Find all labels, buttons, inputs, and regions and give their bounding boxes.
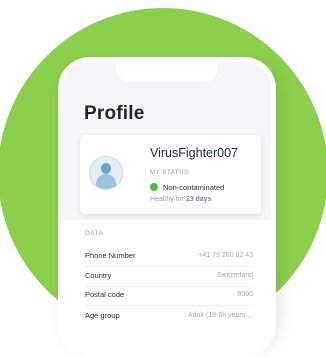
row-divider (85, 305, 253, 306)
profile-card[interactable]: VirusFighter007 MY STATUS: Non-contamina… (80, 135, 261, 214)
data-row-postal-code[interactable]: Postal code 8000 (85, 287, 253, 301)
row-value: 8000 (237, 290, 253, 298)
avatar-body-shape (96, 174, 116, 189)
avatar[interactable] (89, 156, 123, 190)
healthy-prefix: Healthy for (150, 196, 184, 203)
healthy-days: 23 days (185, 196, 212, 203)
status-row: Non-contaminated (150, 182, 224, 192)
row-value: Adult (18-6h years ... (188, 311, 253, 319)
row-divider (85, 266, 253, 267)
status-text: Non-contaminated (163, 182, 225, 192)
row-value: +41 79 260 82 43 (198, 251, 253, 259)
page-title: Profile (84, 103, 145, 124)
avatar-head-shape (101, 163, 111, 174)
data-section-label: DATA (85, 230, 104, 237)
row-value: Switzerland (216, 271, 253, 279)
data-row-country[interactable]: Country Switzerland (85, 268, 253, 282)
row-key: Age group (85, 310, 120, 320)
row-key: Postal code (85, 289, 125, 299)
phone-mockup: Profile VirusFighter007 MY STATUS: Non-c… (58, 57, 276, 357)
phone-notch (116, 62, 218, 82)
status-label: MY STATUS: (150, 170, 192, 176)
data-section: DATA Phone Number +41 79 260 82 43 Count… (63, 220, 271, 352)
data-row-phone[interactable]: Phone Number +41 79 260 82 43 (85, 248, 253, 262)
row-key: Country (85, 270, 112, 280)
row-key: Phone Number (85, 250, 136, 260)
username: VirusFighter007 (150, 146, 239, 160)
status-dot-icon (150, 183, 158, 191)
healthy-duration: Healthy for 23 days (150, 196, 212, 203)
